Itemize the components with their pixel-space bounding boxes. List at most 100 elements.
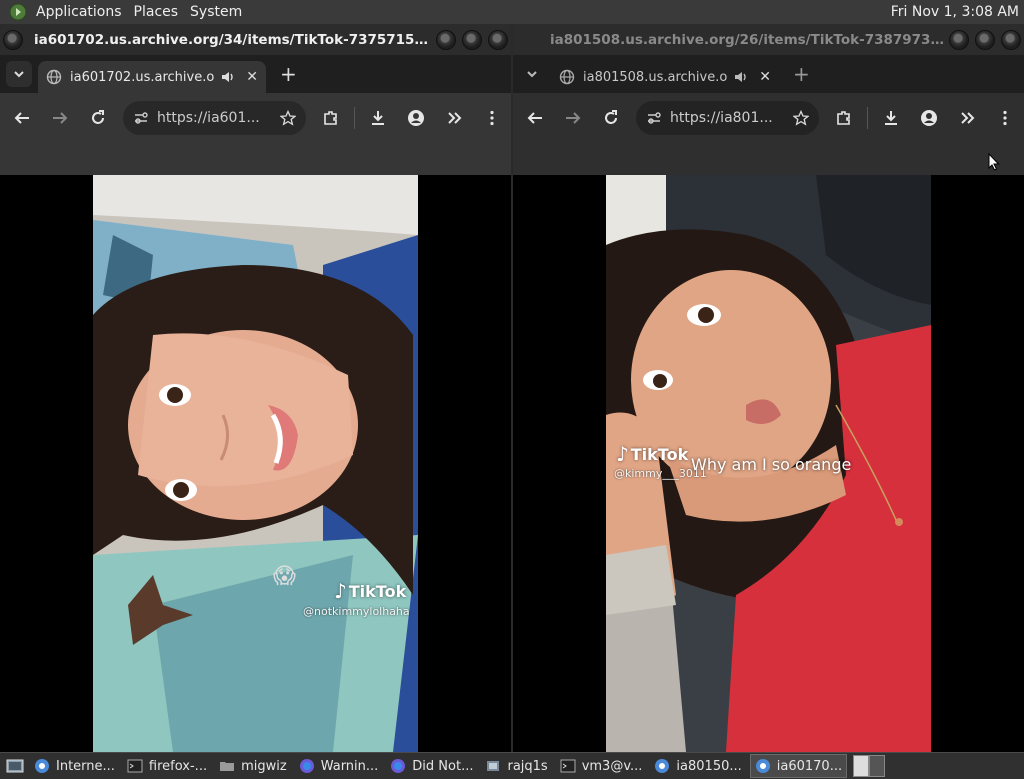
site-info-icon[interactable] — [133, 110, 149, 126]
workspace-switcher[interactable] — [853, 755, 886, 777]
taskbar-item-label: ia60170... — [776, 758, 843, 774]
right-titlebar[interactable]: ia801508.us.archive.org/26/items/TikTok-… — [513, 24, 1024, 55]
panel-clock[interactable]: Fri Nov 1, 3:08 AM — [891, 4, 1024, 20]
right-tiktok-video[interactable]: ♪ TikTok @kimmy___3011 Why am I so orang… — [606, 175, 931, 752]
close-window-button[interactable] — [488, 29, 508, 50]
left-video-frame — [93, 175, 418, 752]
app-icon — [487, 761, 500, 771]
taskbar-item-6[interactable]: vm3@v... — [556, 755, 647, 777]
mouse-cursor-icon — [988, 153, 1000, 171]
firefox-icon — [299, 759, 314, 773]
taskbar-item-1[interactable]: firefox-... — [123, 755, 211, 777]
reload-icon — [92, 110, 104, 124]
left-tabstrip: ia601702.us.archive.org/3 ✕ + — [0, 55, 511, 93]
folder-icon — [220, 762, 235, 771]
tab-search-button[interactable] — [519, 61, 545, 87]
taskbar-item-label: firefox-... — [148, 758, 208, 774]
speaker-icon[interactable] — [220, 69, 236, 85]
left-active-tab[interactable]: ia601702.us.archive.org/3 ✕ — [38, 61, 266, 93]
taskbar-item-5[interactable]: rajq1s — [481, 755, 551, 777]
back-button[interactable] — [525, 108, 545, 128]
right-toolbar: https://ia801... — [513, 93, 1024, 143]
tab-title: ia801508.us.archive.org/ — [583, 69, 728, 85]
close-window-button[interactable] — [1001, 29, 1021, 50]
close-tab-icon[interactable]: ✕ — [246, 69, 258, 85]
left-page-content: 😱 ♪ TikTok @notkimmylolhaha — [0, 175, 511, 752]
left-tiktok-video[interactable]: 😱 ♪ TikTok @notkimmylolhaha — [93, 175, 418, 752]
profile-button[interactable] — [919, 108, 939, 128]
places-menu[interactable]: Places — [128, 4, 185, 20]
menu-button[interactable] — [482, 108, 502, 128]
puzzle-icon — [837, 111, 850, 125]
profile-icon — [408, 110, 424, 126]
address-bar[interactable]: https://ia601... — [123, 101, 307, 135]
minimize-button[interactable] — [949, 29, 969, 50]
extensions-button[interactable] — [321, 108, 341, 128]
taskbar-item-2[interactable]: migwiz — [215, 755, 291, 777]
address-bar[interactable]: https://ia801... — [636, 101, 820, 135]
scream-emoji: 😱 — [273, 564, 296, 589]
right-active-tab[interactable]: ia801508.us.archive.org/ ✕ — [551, 61, 779, 93]
back-button[interactable] — [12, 108, 32, 128]
globe-icon — [559, 69, 575, 85]
puzzle-icon — [324, 111, 337, 125]
taskbar-item-8[interactable]: ia60170... — [749, 754, 848, 778]
applications-menu[interactable]: Applications — [30, 4, 128, 20]
top-panel: Applications Places System Fri Nov 1, 3:… — [0, 0, 1024, 25]
show-desktop-icon[interactable] — [4, 755, 26, 777]
right-bookmarks-area — [513, 143, 1024, 175]
extensions-button[interactable] — [834, 108, 854, 128]
site-info-icon[interactable] — [646, 110, 662, 126]
more-tools-button[interactable] — [444, 108, 464, 128]
downloads-button[interactable] — [881, 108, 901, 128]
tiktok-logo-text: TikTok — [630, 444, 689, 464]
tab-search-button[interactable] — [6, 61, 32, 87]
system-menu[interactable]: System — [184, 4, 248, 20]
star-icon[interactable] — [793, 110, 810, 126]
chevron-down-icon — [14, 71, 24, 78]
taskbar-item-label: Warnin... — [320, 758, 379, 774]
terminal-icon — [127, 759, 143, 773]
right-page-content: ♪ TikTok @kimmy___3011 Why am I so orang… — [513, 175, 1024, 752]
left-titlebar[interactable]: ia601702.us.archive.org/34/items/TikTok-… — [0, 24, 511, 55]
left-toolbar: https://ia601... — [0, 93, 511, 143]
reload-button[interactable] — [88, 108, 108, 128]
minimize-button[interactable] — [436, 29, 456, 50]
taskbar-item-3[interactable]: Warnin... — [295, 755, 383, 777]
taskbar-item-label: migwiz — [241, 758, 287, 774]
arrow-right-icon — [53, 112, 68, 124]
speaker-icon[interactable] — [733, 69, 749, 85]
taskbar-item-label: ia80150... — [676, 758, 742, 774]
new-tab-button[interactable]: + — [280, 62, 297, 86]
left-window-title: ia601702.us.archive.org/34/items/TikTok-… — [34, 31, 433, 48]
firefox-icon — [391, 759, 406, 773]
close-tab-icon[interactable]: ✕ — [759, 69, 771, 85]
workspace-2[interactable] — [869, 755, 886, 777]
maximize-button[interactable] — [975, 29, 995, 50]
downloads-button[interactable] — [368, 108, 388, 128]
star-icon[interactable] — [280, 110, 297, 126]
chevron-down-icon — [527, 71, 537, 78]
taskbar-item-label: vm3@v... — [581, 758, 643, 774]
menu-button[interactable] — [995, 108, 1015, 128]
forward-button[interactable] — [563, 108, 583, 128]
taskbar-item-4[interactable]: Did Not... — [386, 755, 477, 777]
more-tools-button[interactable] — [957, 108, 977, 128]
taskbar-item-label: rajq1s — [507, 758, 548, 774]
maximize-button[interactable] — [462, 29, 482, 50]
taskbar-item-0[interactable]: Interne... — [30, 755, 119, 777]
arrow-right-icon — [566, 112, 581, 124]
profile-button[interactable] — [406, 108, 426, 128]
terminal-icon — [560, 759, 576, 773]
taskbar-item-7[interactable]: ia80150... — [650, 755, 745, 777]
reload-button[interactable] — [601, 108, 621, 128]
profile-icon — [921, 110, 937, 126]
right-window-title: ia801508.us.archive.org/26/items/TikTok-… — [550, 31, 946, 48]
tab-title: ia601702.us.archive.org/3 — [70, 69, 215, 85]
new-tab-button[interactable]: + — [793, 62, 810, 86]
gnome-foot-icon[interactable] — [8, 2, 28, 22]
workspace-1[interactable] — [853, 755, 870, 777]
forward-button[interactable] — [50, 108, 70, 128]
tiktok-note-icon: ♪ — [334, 579, 347, 603]
window-menu-button[interactable] — [3, 29, 23, 50]
